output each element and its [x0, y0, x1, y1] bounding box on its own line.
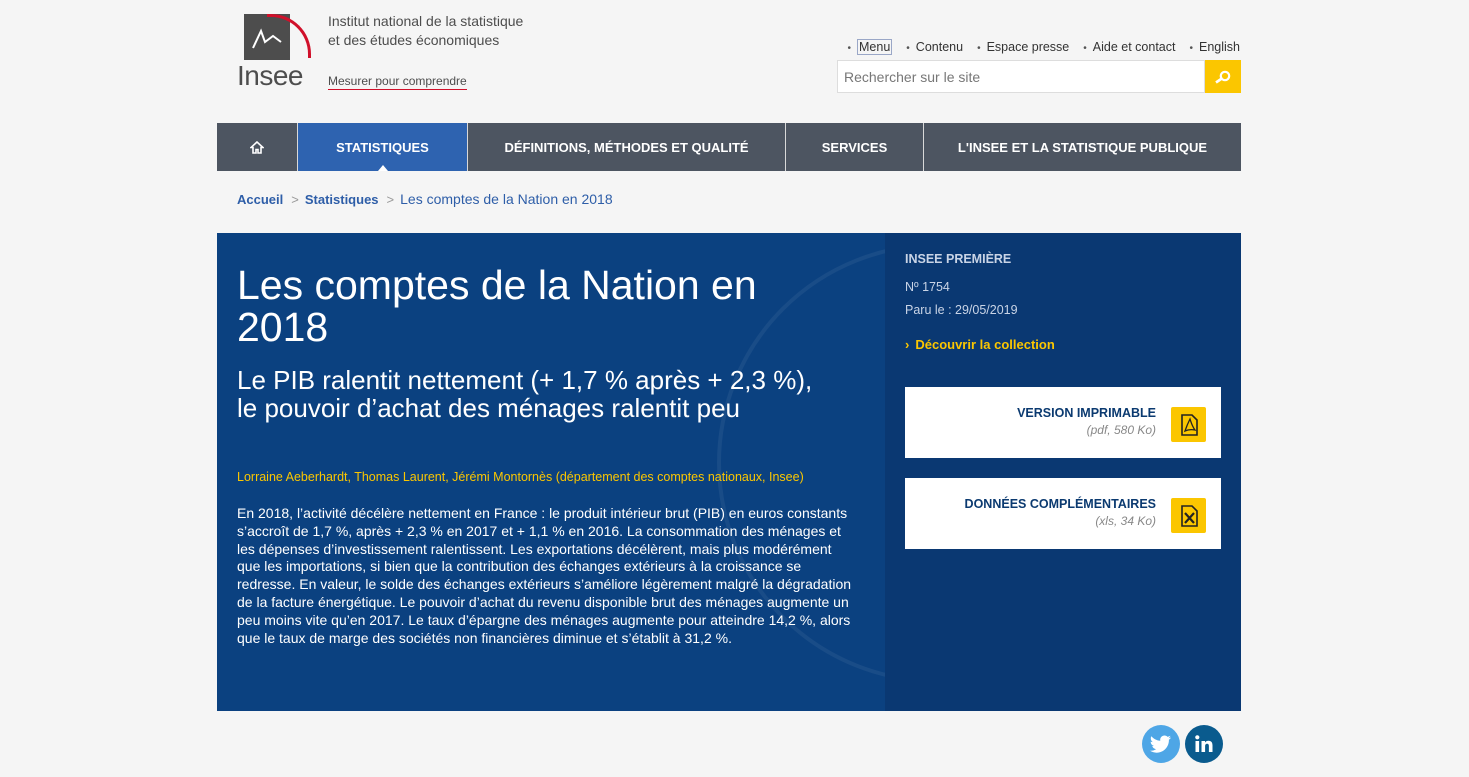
- top-link-espace-presse[interactable]: Espace presse: [977, 40, 1070, 54]
- publication-panel: Les comptes de la Nation en 2018 Le PIB …: [217, 233, 1241, 711]
- top-link-contenu[interactable]: Contenu: [906, 40, 963, 54]
- search-icon: [1215, 70, 1231, 84]
- twitter-icon[interactable]: [1142, 725, 1180, 763]
- top-link-menu[interactable]: Menu: [847, 39, 893, 55]
- tagline: Mesurer pour comprendre: [328, 74, 467, 90]
- discover-collection-label: Découvrir la collection: [915, 337, 1055, 352]
- download-additional-data[interactable]: DONNÉES COMPLÉMENTAIRES (xls, 34 Ko): [905, 478, 1221, 549]
- top-links: Menu Contenu Espace presse Aide et conta…: [833, 39, 1240, 55]
- main-nav: STATISTIQUES DÉFINITIONS, MÉTHODES ET QU…: [217, 123, 1241, 171]
- menu-link-label[interactable]: Menu: [857, 39, 893, 55]
- institute-line-2: et des études économiques: [328, 32, 500, 48]
- institute-line-1: Institut national de la statistique: [328, 13, 524, 29]
- publication-date: Paru le : 29/05/2019: [905, 303, 1018, 317]
- site-header: Insee Institut national de la statistiqu…: [217, 0, 1241, 123]
- home-icon: [250, 140, 264, 154]
- top-link-english[interactable]: English: [1189, 40, 1240, 54]
- article-header: Les comptes de la Nation en 2018 Le PIB …: [217, 233, 1157, 711]
- breadcrumb-separator-icon: >: [386, 191, 395, 207]
- search-bar: [837, 60, 1241, 93]
- authors: Lorraine Aeberhardt, Thomas Laurent, Jér…: [237, 470, 804, 484]
- search-input[interactable]: [837, 60, 1205, 93]
- chevron-right-icon: ›: [905, 337, 910, 352]
- download-info: (pdf, 580 Ko): [1086, 423, 1156, 437]
- breadcrumb-accueil[interactable]: Accueil: [237, 192, 283, 207]
- pdf-icon: [1171, 407, 1206, 442]
- logo-mark-icon: [252, 28, 282, 49]
- nav-insee-statistique-publique[interactable]: L'INSEE ET LA STATISTIQUE PUBLIQUE: [924, 123, 1241, 171]
- page-subtitle: Le PIB ralentit nettement (+ 1,7 % après…: [237, 365, 813, 423]
- logo-text: Insee: [237, 60, 304, 91]
- nav-statistiques[interactable]: STATISTIQUES: [298, 123, 468, 171]
- download-printable[interactable]: VERSION IMPRIMABLE (pdf, 580 Ko): [905, 387, 1221, 458]
- social-share: [1142, 725, 1223, 763]
- top-link-aide-contact[interactable]: Aide et contact: [1083, 40, 1176, 54]
- download-title: DONNÉES COMPLÉMENTAIRES: [964, 497, 1156, 511]
- abstract: En 2018, l’activité décélère nettement e…: [237, 505, 852, 646]
- download-info: (xls, 34 Ko): [1095, 514, 1156, 528]
- insee-logo[interactable]: Insee: [237, 14, 317, 94]
- page-title: Les comptes de la Nation en 2018: [237, 262, 757, 350]
- collection-name: INSEE PREMIÈRE: [905, 252, 1012, 266]
- publication-number: Nº 1754: [905, 280, 950, 294]
- discover-collection-link[interactable]: › Découvrir la collection: [905, 337, 1055, 352]
- breadcrumb-separator-icon: >: [291, 191, 299, 207]
- xls-icon: [1171, 498, 1206, 533]
- breadcrumb-statistiques[interactable]: Statistiques: [305, 192, 379, 207]
- download-title: VERSION IMPRIMABLE: [1017, 406, 1156, 420]
- linkedin-icon[interactable]: [1185, 725, 1223, 763]
- search-button[interactable]: [1205, 60, 1241, 93]
- nav-services[interactable]: SERVICES: [786, 123, 924, 171]
- breadcrumb-current: Les comptes de la Nation en 2018: [400, 191, 613, 207]
- publication-sidebar: INSEE PREMIÈRE Nº 1754 Paru le : 29/05/2…: [885, 233, 1241, 711]
- nav-definitions[interactable]: DÉFINITIONS, MÉTHODES ET QUALITÉ: [468, 123, 786, 171]
- breadcrumb: Accueil > Statistiques > Les comptes de …: [237, 191, 613, 207]
- nav-home[interactable]: [217, 123, 298, 171]
- institute-name: Institut national de la statistique et d…: [328, 12, 523, 50]
